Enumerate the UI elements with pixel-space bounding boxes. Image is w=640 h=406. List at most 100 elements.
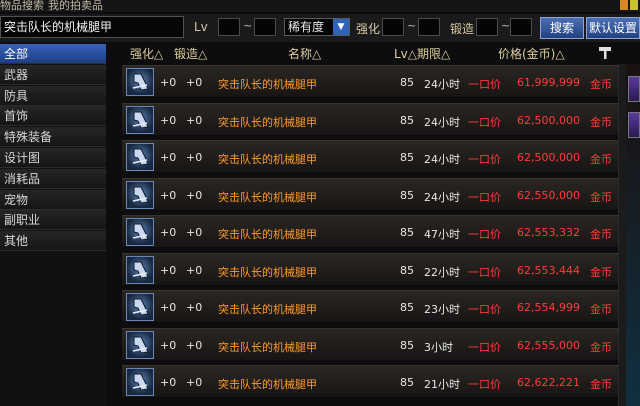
- auction-row[interactable]: +0 +0 突击队长的机械腿甲 85 24小时 一口价 61,999,999 金币: [122, 65, 618, 98]
- forge-value: +0: [186, 338, 203, 352]
- header-name[interactable]: 名称△: [288, 45, 321, 62]
- enhance-value: +0: [160, 263, 177, 277]
- item-name: 突击队长的机械腿甲: [218, 378, 317, 391]
- hammer-icon: [599, 47, 611, 59]
- forge-max-input[interactable]: [510, 18, 532, 36]
- mechanical-leg-armor-icon[interactable]: [126, 68, 154, 96]
- price-unit: 金币: [590, 228, 612, 241]
- mechanical-leg-armor-icon[interactable]: [126, 105, 154, 134]
- mechanical-leg-armor-icon[interactable]: [126, 218, 154, 246]
- mechanical-leg-armor-icon[interactable]: [126, 143, 154, 171]
- auction-row[interactable]: +0 +0 突击队长的机械腿甲 85 24小时 一口价 62,550,000 金币: [122, 177, 618, 211]
- mechanical-leg-armor-icon[interactable]: [126, 180, 154, 209]
- price-unit: 金币: [590, 378, 612, 391]
- item-level: 85: [400, 188, 414, 202]
- buyout-label: 一口价: [468, 228, 501, 241]
- enhance-value: +0: [160, 376, 177, 389]
- buyout-price: 62,553,332: [517, 226, 580, 239]
- buyout-label: 一口价: [468, 340, 501, 354]
- sidebar-category[interactable]: 设计图: [0, 147, 106, 168]
- enhance-value: +0: [160, 76, 177, 89]
- forge-value: +0: [186, 188, 203, 202]
- buyout-price: 62,555,000: [517, 338, 580, 352]
- results-scrollbar[interactable]: [618, 64, 626, 406]
- auction-row[interactable]: +0 +0 突击队长的机械腿甲 85 21小时 一口价 62,622,221 金币: [122, 365, 618, 398]
- mechanical-leg-armor-icon[interactable]: [126, 330, 154, 359]
- yellow-status-icon: [630, 0, 638, 10]
- item-name: 突击队长的机械腿甲: [218, 340, 317, 354]
- auction-row[interactable]: +0 +0 突击队长的机械腿甲 85 24小时 一口价 62,500,000 金币: [122, 140, 618, 173]
- sidebar-category[interactable]: 全部: [0, 44, 106, 64]
- item-level: 85: [400, 338, 414, 352]
- enhance-max-input[interactable]: [418, 18, 440, 36]
- forge-value: +0: [186, 226, 203, 239]
- window-corner-icons: [620, 0, 638, 10]
- search-input[interactable]: 突击队长的机械腿甲: [0, 16, 184, 38]
- mechanical-leg-armor-icon[interactable]: [126, 255, 154, 284]
- sidebar-category[interactable]: 特殊装备: [0, 127, 106, 148]
- listing-duration: 3小时: [424, 340, 453, 354]
- listing-duration: 24小时: [424, 115, 460, 129]
- header-price[interactable]: 价格(金币)△: [498, 45, 565, 62]
- chevron-down-icon[interactable]: ▼: [333, 19, 349, 35]
- sidebar-category[interactable]: 副职业: [0, 210, 106, 231]
- auction-row[interactable]: +0 +0 突击队长的机械腿甲 85 3小时 一口价 62,555,000 金币: [122, 327, 618, 361]
- item-level: 85: [400, 376, 414, 389]
- lv-range-tilde: ~: [243, 19, 253, 32]
- sidebar-category[interactable]: 首饰: [0, 106, 106, 127]
- sidebar-category[interactable]: 消耗品: [0, 168, 106, 189]
- auction-row[interactable]: +0 +0 突击队长的机械腿甲 85 23小时 一口价 62,554,999 金币: [122, 290, 618, 323]
- enhance-value: +0: [160, 113, 177, 127]
- forge-min-input[interactable]: [476, 18, 498, 36]
- item-name: 突击队长的机械腿甲: [218, 228, 317, 241]
- auction-row[interactable]: +0 +0 突击队长的机械腿甲 85 47小时 一口价 62,553,332 金币: [122, 215, 618, 248]
- auction-row[interactable]: +0 +0 突击队长的机械腿甲 85 22小时 一口价 62,553,444 金币: [122, 252, 618, 286]
- enhance-value: +0: [160, 301, 177, 314]
- auction-row[interactable]: +0 +0 突击队长的机械腿甲 85 24小时 一口价 62,500,000 金币: [122, 102, 618, 136]
- price-unit: 金币: [590, 115, 612, 129]
- sidebar-category[interactable]: 宠物: [0, 189, 106, 210]
- buyout-label: 一口价: [468, 190, 501, 204]
- listing-duration: 24小时: [424, 78, 460, 91]
- price-unit: 金币: [590, 340, 612, 354]
- forge-value: +0: [186, 376, 203, 389]
- sidebar-category[interactable]: 防具: [0, 85, 106, 106]
- sidebar-category[interactable]: 其他: [0, 231, 106, 252]
- price-unit: 金币: [590, 153, 612, 166]
- sidebar-category[interactable]: 武器: [0, 64, 106, 85]
- buyout-label: 一口价: [468, 115, 501, 129]
- buyout-label: 一口价: [468, 265, 501, 279]
- results-list: +0 +0 突击队长的机械腿甲 85 24小时 一口价 61,999,999 金币 +0 +0 突击…: [122, 64, 618, 406]
- header-forge[interactable]: 锻造△: [174, 45, 207, 62]
- listing-duration: 24小时: [424, 190, 460, 204]
- listing-duration: 21小时: [424, 378, 460, 391]
- header-lv-duration[interactable]: Lv△期限△: [394, 45, 450, 62]
- lv-label: Lv: [194, 20, 208, 34]
- item-level: 85: [400, 151, 414, 164]
- buyout-label: 一口价: [468, 303, 501, 316]
- buyout-price: 62,553,444: [517, 263, 580, 277]
- enhance-value: +0: [160, 226, 177, 239]
- lv-max-input[interactable]: [254, 18, 276, 36]
- mechanical-leg-armor-icon[interactable]: [126, 293, 154, 321]
- default-settings-button[interactable]: 默认设置: [586, 17, 640, 39]
- tab-item-search[interactable]: 物品搜索: [0, 0, 44, 13]
- rarity-select[interactable]: 稀有度 ▼: [284, 18, 350, 36]
- forge-range-tilde: ~: [501, 19, 511, 32]
- header-enhance[interactable]: 强化△: [130, 45, 163, 62]
- enhance-value: +0: [160, 338, 177, 352]
- top-tab-strip: 物品搜索 我的拍卖品: [0, 0, 640, 12]
- item-level: 85: [400, 301, 414, 314]
- enhance-min-input[interactable]: [382, 18, 404, 36]
- item-level: 85: [400, 263, 414, 277]
- side-item-icon-2[interactable]: [628, 112, 640, 138]
- side-item-icon-1[interactable]: [628, 76, 640, 102]
- mechanical-leg-armor-icon[interactable]: [126, 368, 154, 396]
- search-button[interactable]: 搜索: [540, 17, 584, 39]
- results-header: 强化△ 锻造△ 名称△ Lv△期限△ 价格(金币)△: [108, 44, 640, 64]
- price-unit: 金币: [590, 265, 612, 279]
- lv-min-input[interactable]: [218, 18, 240, 36]
- buyout-price: 61,999,999: [517, 76, 580, 89]
- tab-my-auctions[interactable]: 我的拍卖品: [48, 0, 103, 13]
- rarity-select-label: 稀有度: [288, 20, 325, 34]
